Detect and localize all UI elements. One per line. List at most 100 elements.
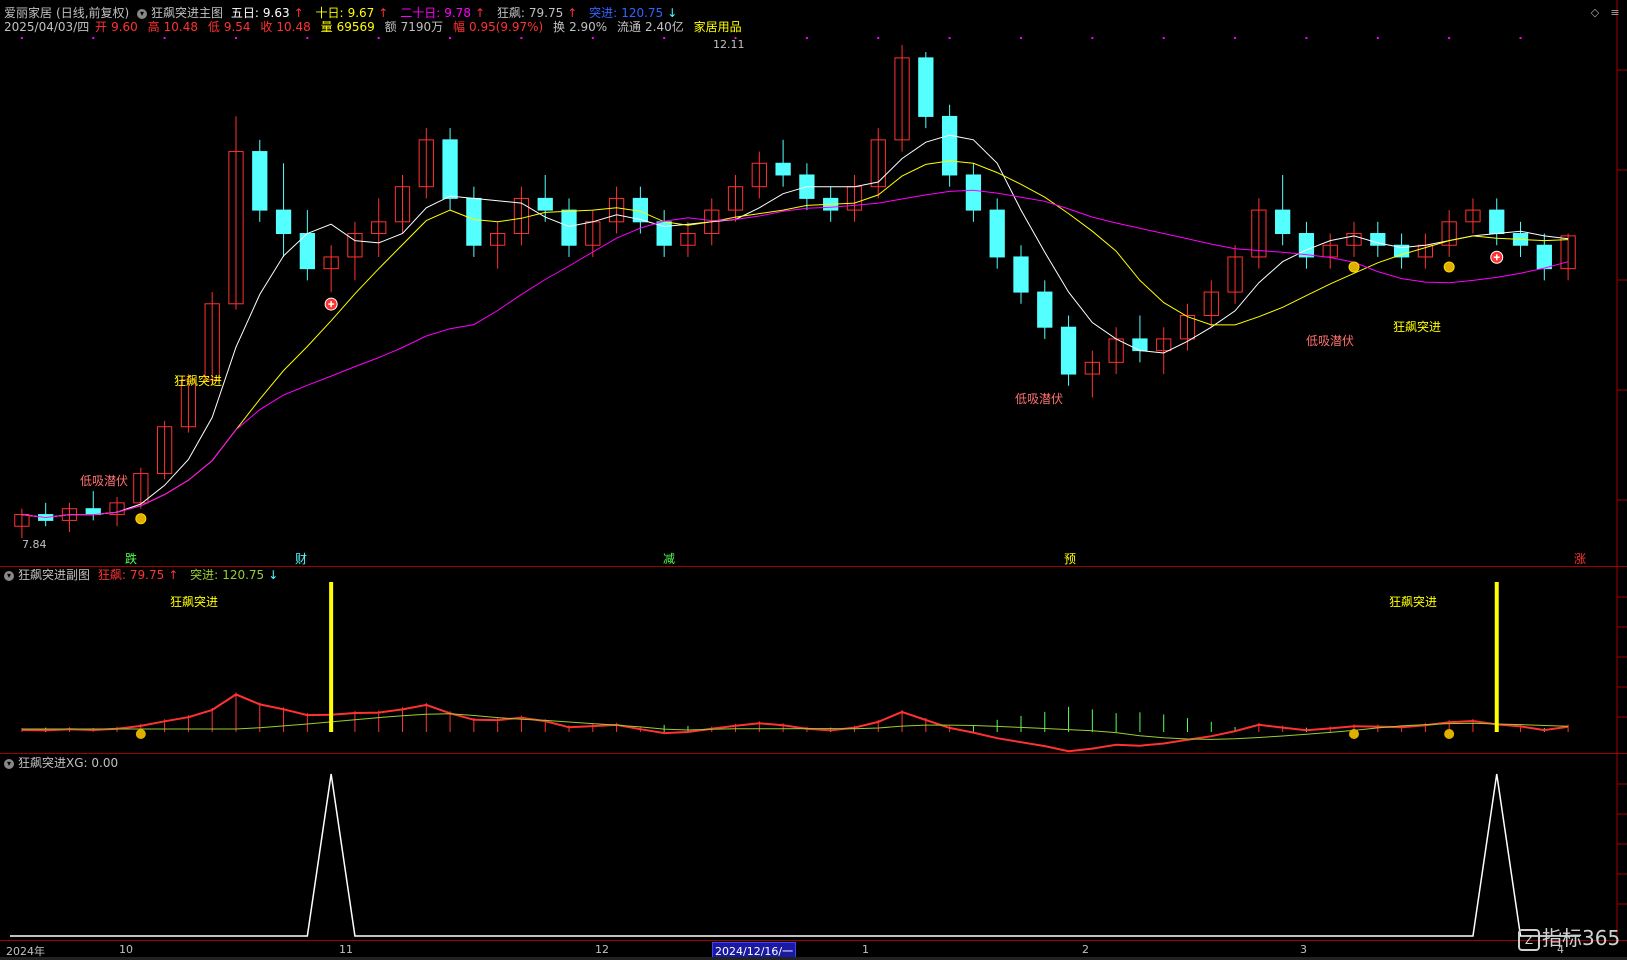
candle-body: [442, 139, 458, 199]
timeline-month-3: 3: [1300, 943, 1307, 956]
sub-chart-2-panel[interactable]: ▾ 狂飙突进XG: 0.00: [0, 754, 1627, 940]
xg-signal-chart: [10, 754, 1627, 940]
ma10-label: 十日: 9.67 ↑: [315, 6, 389, 20]
event-mark-1[interactable]: 跌: [125, 550, 137, 567]
candlestick-chart[interactable]: [0, 0, 1627, 566]
xg-signal-line: [10, 773, 1580, 937]
signal-label-main-1: 狂飙突进: [174, 374, 223, 388]
candle-body: [466, 197, 482, 246]
dip-label-3: 低吸潜伏: [1306, 334, 1355, 348]
header-line-2: 2025/04/03/四 开 9.60 高 10.48 低 9.54 收 10.48 量…: [4, 20, 746, 34]
sub1-coin-icon-1: [135, 729, 146, 739]
sub1-header: ▾ 狂飙突进副图 狂飙: 79.75 ↑ 突进: 120.75 ↓: [4, 568, 286, 582]
candle-body: [989, 209, 1005, 258]
kb-label: 狂飙: 79.75 ↑: [496, 6, 578, 20]
top-marker-dot: [520, 37, 523, 39]
candle-body: [1037, 291, 1053, 328]
top-marker-dot: [1519, 37, 1522, 39]
candle-body: [1298, 233, 1315, 258]
dip-marker-2-coin-icon: [1348, 261, 1360, 273]
ma20-label: 二十日: 9.78 ↑: [400, 6, 486, 20]
top-marker-dot: [306, 37, 309, 39]
sub1-settings-icon[interactable]: ▾: [4, 570, 14, 581]
dip-label-2: 低吸潜伏: [1015, 392, 1064, 406]
sub1-coin-icon-2: [1349, 729, 1360, 739]
timeline-month-2: 2: [1082, 943, 1089, 956]
timeline-month-12: 12: [595, 943, 609, 956]
sub1-signal-label-1: 狂飙突进: [170, 595, 219, 609]
sector-link[interactable]: 家居用品: [694, 20, 742, 34]
top-marker-dot: [163, 37, 166, 39]
ma5-label: 五日: 9.63 ↑: [230, 6, 304, 20]
dip-marker-1-coin-icon: [135, 513, 147, 525]
high-price-label: 12.11: [713, 38, 745, 51]
top-marker-dot: [20, 37, 23, 39]
date-label: 2025/04/03/四: [4, 20, 90, 34]
indicator-name[interactable]: 狂飙突进主图: [151, 6, 223, 20]
open-value: 开 9.60: [95, 20, 138, 34]
candle-body: [561, 209, 577, 246]
event-mark-4[interactable]: 预: [1064, 550, 1076, 567]
collapse-icon[interactable]: ◇: [1588, 6, 1602, 20]
panel-menu-icon[interactable]: ≡: [1608, 6, 1622, 20]
top-marker-dot: [1305, 37, 1308, 39]
sub-indicator-chart: [21, 567, 1627, 753]
sub1-signal-label-2: 狂飙突进: [1389, 595, 1438, 609]
low-price-label: 7.84: [22, 538, 47, 551]
top-marker-dot: [1234, 37, 1237, 39]
header-line-1: 爱丽家居 (日线,前复权) ▾ 狂飙突进主图 五日: 9.63 ↑ 十日: 9.67 ↑ 二…: [4, 6, 685, 20]
event-mark-2[interactable]: 财: [295, 550, 307, 567]
top-marker-dot: [1019, 37, 1022, 39]
top-marker-dot: [449, 37, 452, 39]
sub2-settings-icon[interactable]: ▾: [4, 758, 14, 769]
top-marker-dot: [92, 37, 95, 39]
turnover-value: 换 2.90%: [553, 20, 608, 34]
high-value: 高 10.48: [147, 20, 198, 34]
sub1-tj: 突进: 120.75 ↓: [190, 568, 279, 582]
top-marker-dot: [234, 37, 237, 39]
sub-chart-1-panel[interactable]: ▾ 狂飙突进副图 狂飙: 79.75 ↑ 突进: 120.75 ↓ 狂飙突进 狂飙突进: [0, 567, 1627, 753]
candle-body: [1013, 256, 1029, 293]
float-value: 流通 2.40亿: [617, 20, 684, 34]
stock-name[interactable]: 爱丽家居: [4, 6, 52, 20]
candle-body: [1489, 209, 1505, 235]
candle-body: [918, 57, 934, 117]
candle-body: [275, 209, 292, 235]
indicator-settings-icon[interactable]: ▾: [137, 8, 148, 19]
event-mark-5[interactable]: 涨: [1574, 550, 1586, 567]
top-marker-dot: [877, 37, 880, 39]
dip-marker-3-coin-icon: [1443, 261, 1455, 273]
candle-body: [965, 174, 982, 211]
candle-body: [1132, 338, 1148, 352]
candle-body: [537, 197, 553, 211]
sub1-signal-bar-2: [1494, 582, 1499, 732]
tj-label: 突进: 120.75 ↓: [589, 6, 678, 20]
timeline-month-1: 1: [862, 943, 869, 956]
stock-period: (日线,前复权): [56, 6, 130, 20]
sub1-title[interactable]: 狂飙突进副图: [18, 568, 90, 582]
event-mark-3[interactable]: 减: [663, 550, 675, 567]
candle-body: [1060, 326, 1077, 375]
candle-body: [941, 115, 958, 176]
sub1-signal-bar-1: [329, 582, 334, 732]
sub1-kb: 狂飙: 79.75 ↑: [97, 568, 179, 582]
sub2-title[interactable]: 狂飙突进XG: [18, 756, 84, 770]
top-marker-dot: [1091, 37, 1094, 39]
dip-label-1: 低吸潜伏: [80, 474, 129, 488]
watermark: Z 指标365: [1518, 922, 1620, 951]
close-value: 收 10.48: [260, 20, 311, 34]
timeline-axis[interactable]: 2024年 10 11 12 1 2 3 4 2024/12/16/一: [0, 941, 1627, 960]
signal-label-main-2: 狂飙突进: [1393, 320, 1442, 334]
timeline-month-10: 10: [119, 943, 133, 956]
top-marker-dot: [1376, 37, 1379, 39]
candle-body: [1275, 209, 1291, 235]
top-marker-dot: [1162, 37, 1165, 39]
candle-body: [1536, 244, 1552, 270]
top-marker-dot: [377, 37, 380, 39]
top-marker-dot: [663, 37, 666, 39]
volume-value: 量 69569: [320, 20, 375, 34]
sub1-coin-icon-3: [1444, 729, 1455, 739]
candle-body: [252, 151, 268, 211]
main-chart-panel[interactable]: 爱丽家居 (日线,前复权) ▾ 狂飙突进主图 五日: 9.63 ↑ 十日: 9.67 ↑ 二…: [0, 0, 1627, 566]
change-value: 幅 0.95(9.97%): [453, 20, 544, 34]
